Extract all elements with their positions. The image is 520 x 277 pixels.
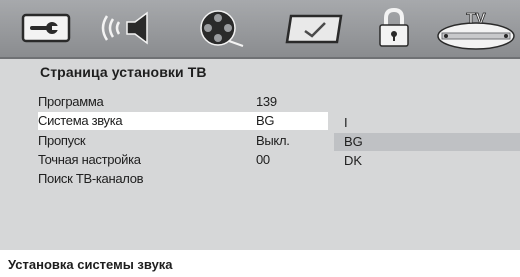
- menu-item-program[interactable]: Программа 139: [38, 93, 328, 111]
- option-item[interactable]: I: [334, 114, 520, 132]
- tv-icon-label: TV: [466, 10, 485, 27]
- status-text: Установка системы звука: [8, 257, 173, 272]
- menu-item-skip[interactable]: Пропуск Выкл.: [38, 132, 328, 150]
- menu-icon-bar: TV: [0, 0, 520, 59]
- option-label: DK: [344, 153, 363, 168]
- preferences-check-icon[interactable]: [284, 8, 348, 48]
- menu-item-label: Точная настройка: [38, 152, 141, 167]
- audio-speaker-icon[interactable]: [92, 8, 164, 48]
- menu-item-value: 00: [256, 152, 270, 167]
- menu-item-label: Программа: [38, 94, 104, 109]
- option-item-highlighted[interactable]: BG: [334, 133, 520, 151]
- lock-icon[interactable]: [374, 7, 414, 48]
- settings-wrench-icon[interactable]: [18, 8, 74, 48]
- video-film-reel-icon[interactable]: [190, 8, 246, 48]
- option-label: BG: [344, 134, 363, 149]
- menu-item-value: Выкл.: [256, 133, 290, 148]
- option-item[interactable]: DK: [334, 152, 520, 170]
- menu-item-label: Поиск ТВ-каналов: [38, 171, 144, 186]
- menu-item-sound-system[interactable]: Система звука BG: [38, 112, 328, 130]
- page-title: Страница установки ТВ: [40, 64, 207, 80]
- menu-item-channel-search[interactable]: Поиск ТВ-каналов: [38, 170, 328, 188]
- status-bar: Установка системы звука: [0, 250, 520, 277]
- menu-item-label: Система звука: [38, 113, 123, 128]
- tv-icon[interactable]: TV: [436, 4, 516, 52]
- menu-item-value: 139: [256, 94, 277, 109]
- option-label: I: [344, 115, 348, 130]
- menu-item-value: BG: [256, 113, 275, 128]
- menu-item-label: Пропуск: [38, 133, 86, 148]
- tv-setup-screen: TV Страница установки ТВ Программа 139 С…: [0, 0, 520, 277]
- menu-item-fine-tune[interactable]: Точная настройка 00: [38, 151, 328, 169]
